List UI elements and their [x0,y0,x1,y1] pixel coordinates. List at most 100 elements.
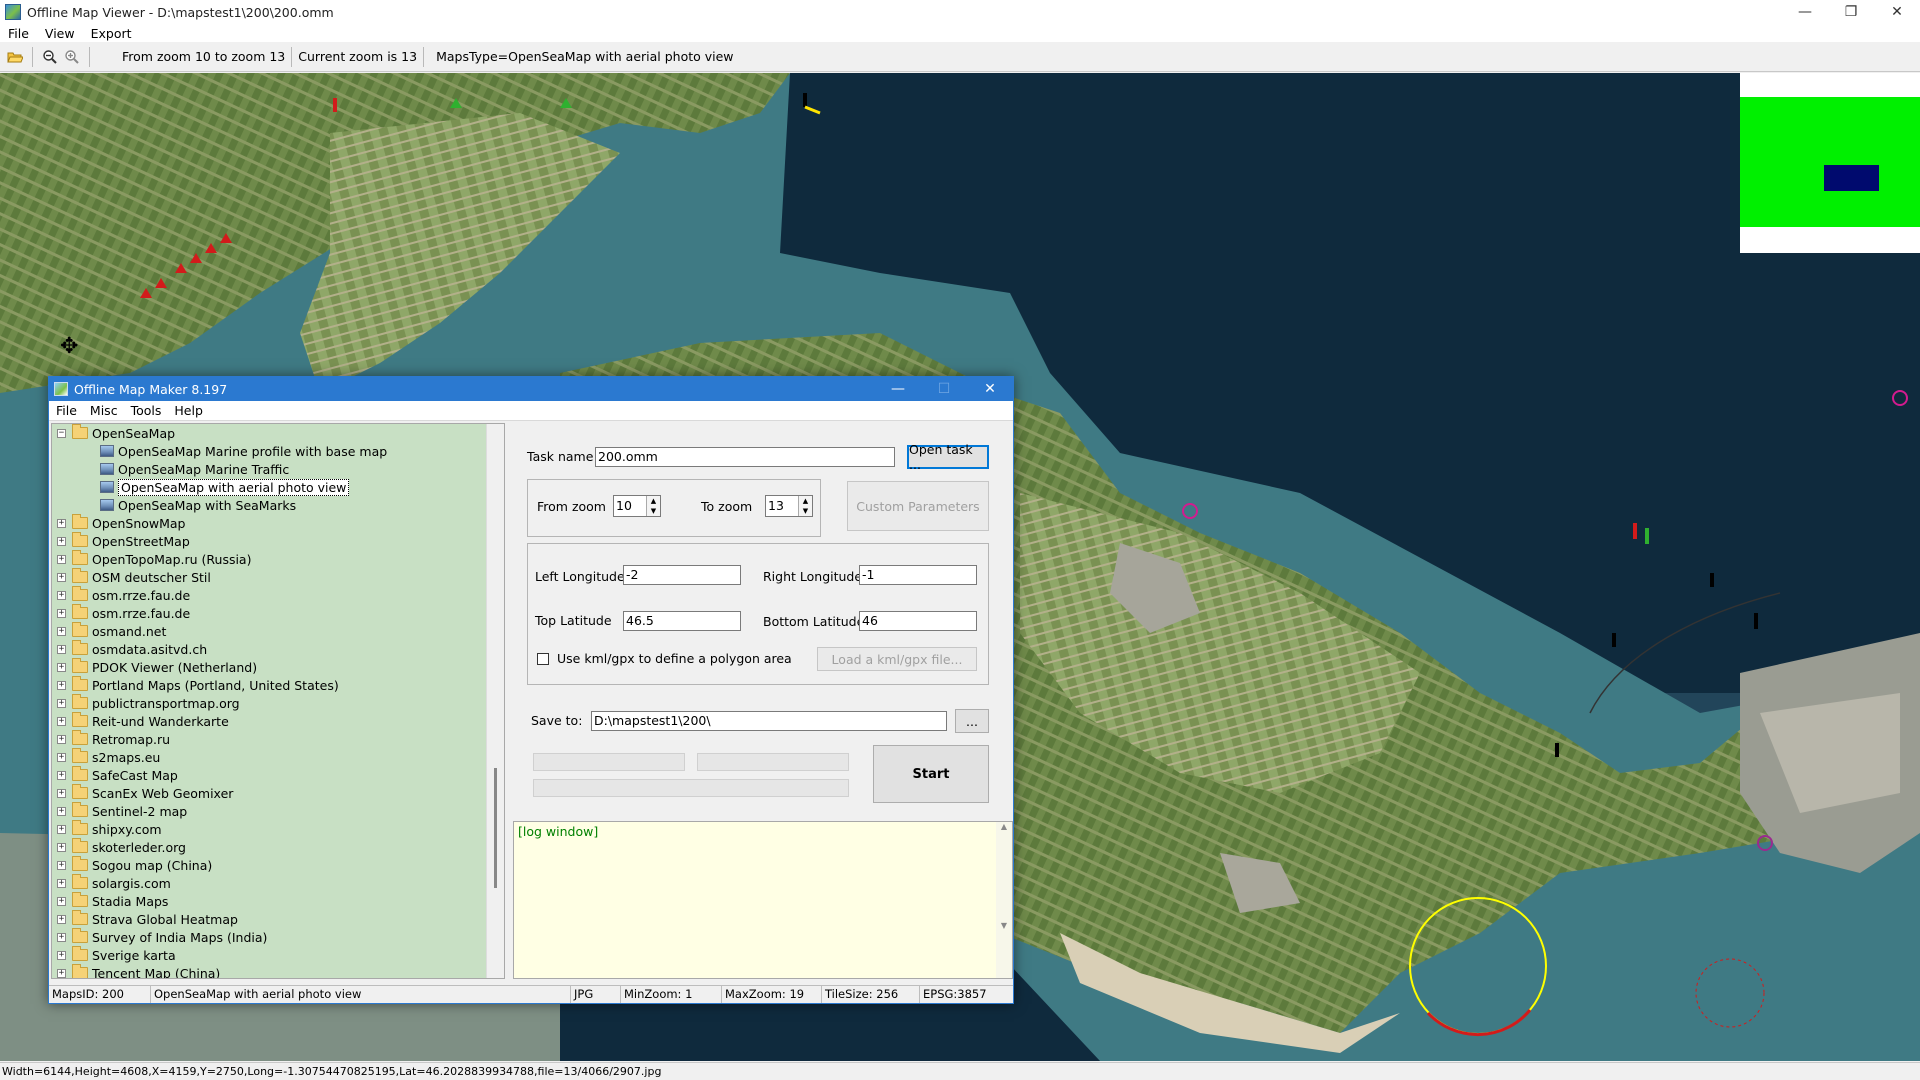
tree-item-folder[interactable]: + SafeCast Map [52,766,504,784]
minimize-button[interactable]: — [1782,0,1828,24]
task-name-input[interactable]: 200.omm [595,447,895,467]
tree-item-folder[interactable]: + Sverige karta [52,946,504,964]
tree-item-folder[interactable]: + OpenSnowMap [52,514,504,532]
left-longitude-input[interactable]: -2 [623,565,741,585]
tree-item-folder[interactable]: + OpenStreetMap [52,532,504,550]
expand-icon[interactable]: + [57,752,66,762]
zoom-in-button[interactable] [61,46,83,68]
kml-polygon-checkbox[interactable] [537,653,549,665]
expand-icon[interactable]: + [57,842,66,852]
maps-id-status: MapsID: 200 [49,986,151,1003]
expand-icon[interactable]: + [57,878,66,888]
open-folder-button[interactable] [4,46,26,68]
collapse-icon[interactable]: − [57,428,66,438]
tree-item-folder[interactable]: + shipxy.com [52,820,504,838]
tree-item-label: OSM deutscher Stil [92,569,211,585]
tree-item-folder[interactable]: + publictransportmap.org [52,694,504,712]
expand-icon[interactable]: + [57,806,66,816]
expand-icon[interactable]: + [57,914,66,924]
dialog-menu-misc[interactable]: Misc [83,403,124,418]
tree-item-folder[interactable]: + Sentinel-2 map [52,802,504,820]
tree-item-folder[interactable]: + OpenTopoMap.ru (Russia) [52,550,504,568]
folder-icon [72,964,88,978]
dialog-menu-tools[interactable]: Tools [124,403,168,418]
tree-item-seamarks[interactable]: OpenSeaMap with SeaMarks [52,496,504,514]
tree-scrollbar[interactable] [486,424,504,978]
log-window[interactable]: [log window] ▲ ▼ [513,821,1013,979]
expand-icon[interactable]: + [57,932,66,942]
expand-icon[interactable]: + [57,518,66,528]
tree-item-label: OpenStreetMap [92,533,190,549]
expand-icon[interactable]: + [57,680,66,690]
tree-item-marine-profile[interactable]: OpenSeaMap Marine profile with base map [52,442,504,460]
spinner-arrows-icon[interactable]: ▲ ▼ [646,496,660,516]
tree-item-marine-traffic[interactable]: OpenSeaMap Marine Traffic [52,460,504,478]
tree-item-folder[interactable]: + Tencent Map (China) [52,964,504,978]
expand-icon[interactable]: + [57,734,66,744]
menu-view[interactable]: View [37,26,83,41]
expand-icon[interactable]: + [57,536,66,546]
expand-icon[interactable]: + [57,572,66,582]
tree-item-folder[interactable]: + solargis.com [52,874,504,892]
dialog-close-button[interactable]: ✕ [967,377,1013,401]
start-button[interactable]: Start [873,745,989,803]
to-zoom-spinner[interactable]: 13 ▲ ▼ [765,495,813,517]
expand-icon[interactable]: + [57,608,66,618]
tree-item-folder[interactable]: + Retromap.ru [52,730,504,748]
save-to-input[interactable]: D:\mapstest1\200\ [591,711,947,731]
expand-icon[interactable]: + [57,554,66,564]
task-settings-pane: Task name 200.omm Open task ... From zoo… [513,423,1013,979]
expand-icon[interactable]: + [57,896,66,906]
tree-item-folder[interactable]: + osmand.net [52,622,504,640]
expand-icon[interactable]: + [57,968,66,978]
tree-item-folder[interactable]: + Reit-und Wanderkarte [52,712,504,730]
expand-icon[interactable]: + [57,662,66,672]
menu-export[interactable]: Export [83,26,140,41]
close-button[interactable]: ✕ [1874,0,1920,24]
browse-folder-button[interactable]: ... [955,709,989,733]
bottom-latitude-input[interactable]: 46 [859,611,977,631]
menu-file[interactable]: File [0,26,37,41]
tree-item-folder[interactable]: + PDOK Viewer (Netherland) [52,658,504,676]
expand-icon[interactable]: + [57,950,66,960]
tree-item-folder[interactable]: + osm.rrze.fau.de [52,586,504,604]
expand-icon[interactable]: + [57,644,66,654]
tree-item-folder[interactable]: + skoterleder.org [52,838,504,856]
tree-item-folder[interactable]: + OSM deutscher Stil [52,568,504,586]
map-source-tree[interactable]: − OpenSeaMap OpenSeaMap Marine profile w… [51,423,505,979]
expand-icon[interactable]: + [57,824,66,834]
spinner-arrows-icon[interactable]: ▲ ▼ [798,496,812,516]
from-zoom-spinner[interactable]: 10 ▲ ▼ [613,495,661,517]
expand-icon[interactable]: + [57,860,66,870]
dialog-minimize-button[interactable]: — [875,377,921,401]
top-latitude-input[interactable]: 46.5 [623,611,741,631]
tree-item-folder[interactable]: + Survey of India Maps (India) [52,928,504,946]
tree-item-opensea-map[interactable]: − OpenSeaMap [52,424,504,442]
minimap-viewport-indicator[interactable] [1824,165,1879,191]
tree-item-folder[interactable]: + osmdata.asitvd.ch [52,640,504,658]
expand-icon[interactable]: + [57,626,66,636]
expand-icon[interactable]: + [57,770,66,780]
tree-scrollbar-thumb[interactable] [494,768,497,888]
restore-button[interactable]: ❐ [1828,0,1874,24]
expand-icon[interactable]: + [57,788,66,798]
dialog-menu-help[interactable]: Help [167,403,209,418]
expand-icon[interactable]: + [57,590,66,600]
tree-item-label: ScanEx Web Geomixer [92,785,234,801]
expand-icon[interactable]: + [57,716,66,726]
tree-item-folder[interactable]: + Portland Maps (Portland, United States) [52,676,504,694]
right-longitude-input[interactable]: -1 [859,565,977,585]
expand-icon[interactable]: + [57,698,66,708]
tree-item-folder[interactable]: + Sogou map (China) [52,856,504,874]
tree-item-folder[interactable]: + ScanEx Web Geomixer [52,784,504,802]
tree-item-folder[interactable]: + s2maps.eu [52,748,504,766]
tree-item-folder[interactable]: + osm.rrze.fau.de [52,604,504,622]
tree-item-aerial-photo-view[interactable]: OpenSeaMap with aerial photo view [52,478,504,496]
tree-item-folder[interactable]: + Stadia Maps [52,892,504,910]
overview-minimap[interactable] [1740,73,1920,253]
log-scrollbar[interactable]: ▲ ▼ [996,822,1012,978]
tree-item-folder[interactable]: + Strava Global Heatmap [52,910,504,928]
open-task-button[interactable]: Open task ... [907,442,989,472]
zoom-out-button[interactable] [39,46,61,68]
dialog-menu-file[interactable]: File [49,403,83,418]
